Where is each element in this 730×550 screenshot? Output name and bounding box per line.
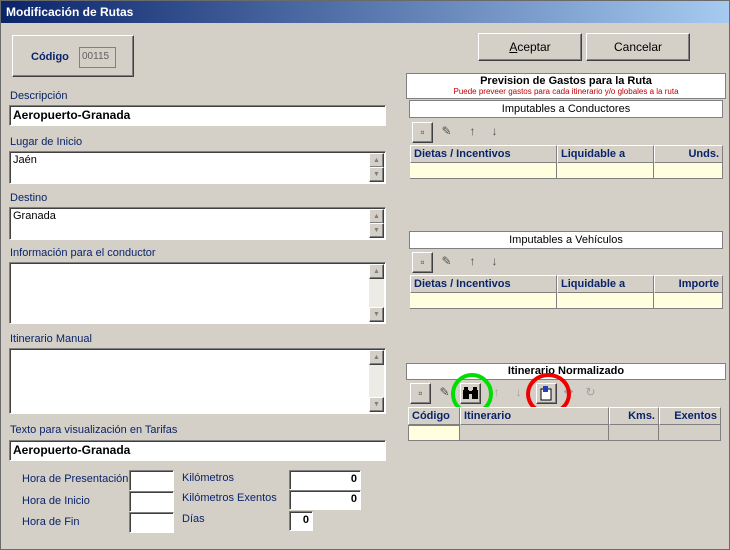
title-bar: Modificación de Rutas — [1, 1, 729, 23]
itinerario-col-itinerario[interactable]: Itinerario — [460, 407, 609, 425]
conductores-col-dietas[interactable]: Dietas / Incentivos — [410, 145, 557, 163]
itinerario-row-cell-codigo[interactable] — [408, 425, 460, 441]
hora-presentacion-label: Hora de Presentación — [22, 473, 129, 485]
accept-label: ceptar — [517, 40, 551, 54]
window: Modificación de Rutas Código 00115 Acept… — [0, 0, 730, 550]
texto-tarifas-input[interactable]: Aeropuerto-Granada — [9, 440, 386, 461]
destino-label: Destino — [10, 192, 48, 204]
codigo-label: Código — [31, 51, 69, 63]
vehiculos-col-importe[interactable]: Importe — [654, 275, 723, 293]
itinerario-col-kms[interactable]: Kms. — [609, 407, 659, 425]
hora-fin-label: Hora de Fin — [22, 516, 80, 528]
refresh-icon[interactable]: ↻ — [580, 383, 601, 404]
destino-value: Granada — [13, 210, 56, 222]
scroll-down-icon[interactable]: ▼ — [369, 307, 384, 322]
conductores-title: Imputables a Conductores — [409, 100, 723, 118]
itinerario-row-cell[interactable] — [460, 425, 609, 441]
conductores-col-liquidable[interactable]: Liquidable a — [557, 145, 654, 163]
scroll-up-icon[interactable]: ▲ — [369, 350, 384, 365]
vehiculos-col-dietas[interactable]: Dietas / Incentivos — [410, 275, 557, 293]
lugar-inicio-textarea[interactable]: Jaén ▲ ▼ — [9, 151, 386, 184]
info-conductor-textarea[interactable]: ▲ ▼ — [9, 262, 386, 324]
codigo-field[interactable]: 00115 — [79, 47, 116, 68]
accept-button[interactable]: Aceptar — [478, 33, 582, 61]
new-record-icon[interactable]: ▫ — [412, 122, 433, 143]
eraser-icon[interactable]: ✎ — [436, 252, 457, 273]
scroll-down-icon[interactable]: ▼ — [369, 397, 384, 412]
vehiculos-toolbar: ▫ ✎ ↑ ↓ — [410, 251, 722, 275]
descripcion-input[interactable]: Aeropuerto-Granada — [9, 105, 386, 126]
info-conductor-scrollbar[interactable]: ▲ ▼ — [369, 264, 384, 322]
kilometros-label: Kilómetros — [182, 472, 234, 484]
lugar-inicio-label: Lugar de Inicio — [10, 136, 83, 148]
kilometros-exentos-input[interactable]: 0 — [289, 490, 361, 510]
texto-tarifas-label: Texto para visualización en Tarifas — [10, 424, 178, 436]
conductores-toolbar: ▫ ✎ ↑ ↓ — [410, 121, 722, 145]
hora-fin-input[interactable] — [129, 512, 174, 533]
dias-label: Días — [182, 513, 205, 525]
destino-scrollbar[interactable]: ▲ ▼ — [369, 209, 384, 238]
hora-inicio-label: Hora de Inicio — [22, 495, 90, 507]
descripcion-label: Descripción — [10, 90, 68, 102]
window-title: Modificación de Rutas — [6, 5, 134, 19]
scroll-down-icon[interactable]: ▼ — [369, 223, 384, 238]
kilometros-exentos-label: Kilómetros Exentos — [182, 492, 277, 504]
prevision-header: Prevision de Gastos para la Ruta Puede p… — [406, 73, 726, 99]
conductores-col-unds[interactable]: Unds. — [654, 145, 723, 163]
arrow-down-icon[interactable]: ↓ — [484, 122, 505, 143]
vehiculos-row-cell[interactable] — [654, 293, 723, 309]
hora-presentacion-input[interactable] — [129, 470, 174, 491]
vehiculos-row-cell[interactable] — [557, 293, 654, 309]
prevision-title: Prevision de Gastos para la Ruta — [480, 75, 652, 87]
conductores-row-cell[interactable] — [557, 163, 654, 179]
prevision-subtitle: Puede preveer gastos para cada itinerari… — [453, 87, 679, 96]
eraser-icon[interactable]: ✎ — [436, 122, 457, 143]
itinerario-manual-textarea[interactable]: ▲ ▼ — [9, 348, 386, 414]
new-record-icon[interactable]: ▫ — [410, 383, 431, 404]
itinerario-normalizado-title: Itinerario Normalizado — [406, 363, 726, 380]
conductores-row-cell[interactable] — [410, 163, 557, 179]
arrow-up-icon[interactable]: ↑ — [462, 122, 483, 143]
vehiculos-col-liquidable[interactable]: Liquidable a — [557, 275, 654, 293]
itinerario-manual-label: Itinerario Manual — [10, 333, 92, 345]
lugar-inicio-scrollbar[interactable]: ▲ ▼ — [369, 153, 384, 182]
itinerario-manual-scrollbar[interactable]: ▲ ▼ — [369, 350, 384, 412]
arrow-up-icon[interactable]: ↑ — [462, 252, 483, 273]
itinerario-row-cell[interactable] — [609, 425, 659, 441]
vehiculos-title: Imputables a Vehículos — [409, 231, 723, 249]
dias-input[interactable]: 0 — [289, 511, 313, 531]
arrow-down-icon[interactable]: ↓ — [484, 252, 505, 273]
itinerario-col-codigo[interactable]: Código — [408, 407, 460, 425]
itinerario-row-cell[interactable] — [659, 425, 721, 441]
itinerario-col-exentos[interactable]: Exentos — [659, 407, 721, 425]
cancel-button[interactable]: Cancelar — [586, 33, 690, 61]
conductores-row-cell[interactable] — [654, 163, 723, 179]
codigo-panel: Código 00115 — [12, 35, 134, 77]
vehiculos-row-cell[interactable] — [410, 293, 557, 309]
hora-inicio-input[interactable] — [129, 491, 174, 512]
scroll-up-icon[interactable]: ▲ — [369, 264, 384, 279]
destino-textarea[interactable]: Granada ▲ ▼ — [9, 207, 386, 240]
lugar-inicio-value: Jaén — [13, 154, 37, 166]
new-record-icon[interactable]: ▫ — [412, 252, 433, 273]
scroll-down-icon[interactable]: ▼ — [369, 167, 384, 182]
scroll-up-icon[interactable]: ▲ — [369, 153, 384, 168]
kilometros-input[interactable]: 0 — [289, 470, 361, 490]
scroll-up-icon[interactable]: ▲ — [369, 209, 384, 224]
info-conductor-label: Información para el conductor — [10, 247, 156, 259]
